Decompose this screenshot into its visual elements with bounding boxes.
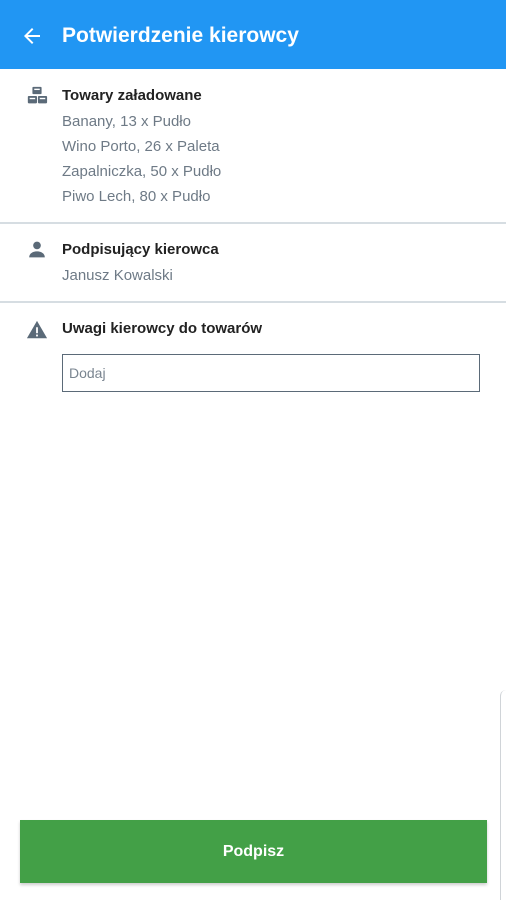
goods-item: Wino Porto, 26 x Paleta bbox=[62, 138, 220, 155]
person-icon bbox=[29, 241, 45, 258]
arrow-left-icon bbox=[24, 28, 40, 44]
warning-icon bbox=[26, 320, 48, 339]
boxes-icon bbox=[27, 86, 48, 104]
app-bar: Potwierdzenie kierowcy bbox=[0, 0, 506, 69]
goods-title: Towary załadowane bbox=[62, 87, 202, 104]
driver-name: Janusz Kowalski bbox=[62, 267, 173, 284]
goods-item: Banany, 13 x Pudło bbox=[62, 113, 191, 130]
remarks-title: Uwagi kierowcy do towarów bbox=[62, 320, 263, 337]
goods-item: Zapalniczka, 50 x Pudło bbox=[62, 163, 222, 180]
driver-title: Podpisujący kierowca bbox=[62, 241, 219, 258]
remarks-input[interactable] bbox=[62, 354, 480, 392]
driver-section: Podpisujący kierowca Janusz Kowalski bbox=[0, 224, 506, 301]
goods-section: Towary załadowane Banany, 13 x Pudło Win… bbox=[0, 69, 506, 222]
goods-item: Piwo Lech, 80 x Pudło bbox=[62, 188, 211, 205]
page-title: Potwierdzenie kierowcy bbox=[62, 24, 299, 47]
scroll-indicator bbox=[500, 690, 506, 900]
sign-button[interactable]: Podpisz bbox=[20, 820, 487, 883]
back-button[interactable] bbox=[18, 22, 46, 50]
